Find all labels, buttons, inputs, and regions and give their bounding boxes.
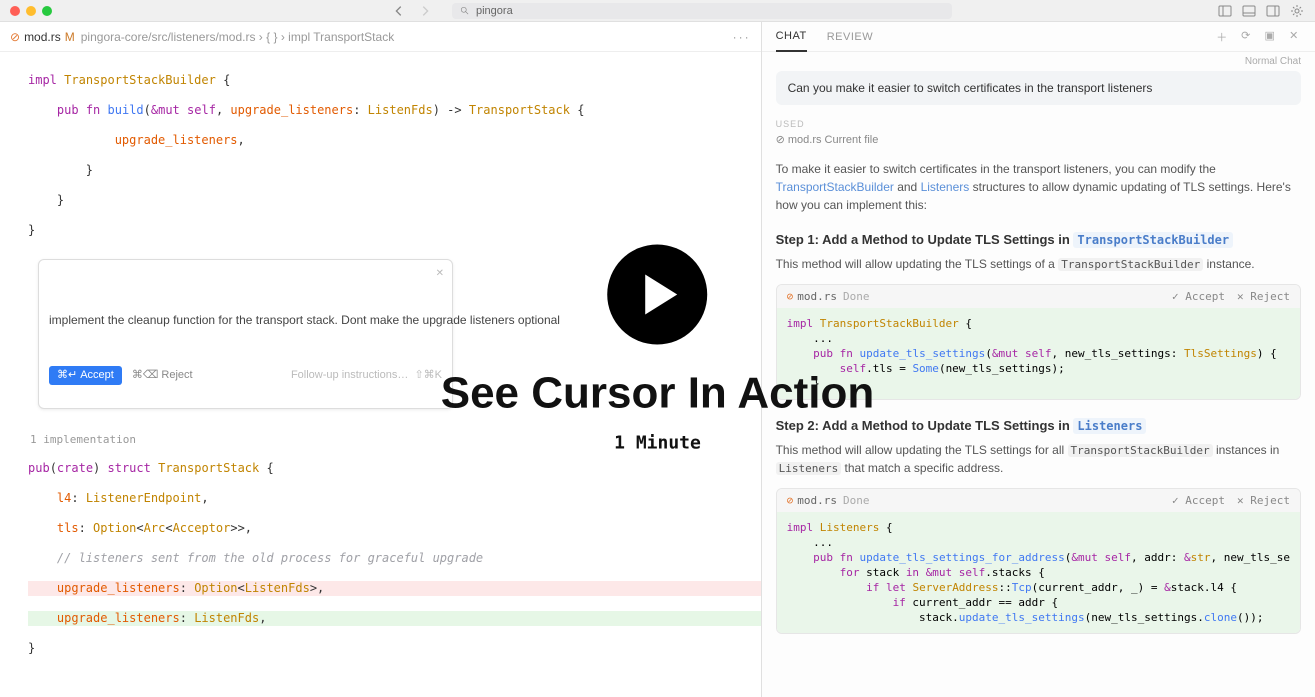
expand-button[interactable]: ▣ bbox=[1263, 29, 1277, 45]
user-message: Can you make it easier to switch certifi… bbox=[776, 71, 1301, 105]
code-editor[interactable]: impl TransportStackBuilder { pub fn buil… bbox=[0, 52, 761, 697]
close-icon[interactable]: ✕ bbox=[436, 266, 444, 281]
panel-bottom-icon[interactable] bbox=[1241, 3, 1257, 19]
followup-hint[interactable]: Follow-up instructions… ⇧⌘K bbox=[291, 368, 442, 383]
breadcrumb-modified-indicator: M bbox=[65, 30, 75, 44]
play-icon bbox=[646, 274, 678, 314]
panel-left-icon[interactable] bbox=[1217, 3, 1233, 19]
rust-file-icon: ⊘ bbox=[787, 290, 794, 303]
used-context-file[interactable]: ⊘ mod.rs Current file bbox=[776, 133, 1301, 146]
breadcrumb: ⊘ mod.rs M pingora-core/src/listeners/mo… bbox=[0, 22, 761, 52]
maximize-window-button[interactable] bbox=[42, 6, 52, 16]
close-chat-button[interactable]: ✕ bbox=[1287, 29, 1301, 45]
accept-suggestion-button[interactable]: ✓ Accept bbox=[1172, 494, 1225, 507]
chat-mode-label[interactable]: Normal Chat bbox=[762, 52, 1315, 71]
step-1-heading: Step 1: Add a Method to Update TLS Setti… bbox=[776, 232, 1301, 247]
panel-right-icon[interactable] bbox=[1265, 3, 1281, 19]
ai-suggestion-card: ✕ implement the cleanup function for the… bbox=[38, 259, 453, 409]
chat-tabs: CHAT REVIEW ＋ ⟳ ▣ ✕ bbox=[762, 22, 1315, 52]
code-card-file: mod.rs bbox=[797, 290, 837, 303]
step-2-paragraph: This method will allow updating the TLS … bbox=[776, 441, 1301, 478]
tab-review[interactable]: REVIEW bbox=[827, 23, 873, 51]
minimize-window-button[interactable] bbox=[26, 6, 36, 16]
traffic-lights bbox=[10, 6, 52, 16]
close-window-button[interactable] bbox=[10, 6, 20, 16]
breadcrumb-more-button[interactable]: ··· bbox=[733, 30, 751, 44]
tab-chat[interactable]: CHAT bbox=[776, 22, 807, 52]
breadcrumb-path[interactable]: pingora-core/src/listeners/mod.rs › { } … bbox=[81, 30, 394, 44]
new-chat-button[interactable]: ＋ bbox=[1215, 29, 1229, 45]
play-button[interactable] bbox=[608, 244, 708, 344]
code-suggestion-card-2: ⊘ mod.rs Done ✓ Accept ✕ Reject impl Lis… bbox=[776, 488, 1301, 634]
nav-forward-button[interactable] bbox=[418, 4, 432, 18]
reject-suggestion-button[interactable]: ✕ Reject bbox=[1237, 290, 1290, 303]
rust-file-icon: ⊘ bbox=[787, 494, 794, 507]
rust-file-icon: ⊘ bbox=[10, 30, 20, 44]
step-2-heading: Step 2: Add a Method to Update TLS Setti… bbox=[776, 418, 1301, 433]
accept-button[interactable]: ⌘↵ Accept bbox=[49, 366, 122, 385]
title-bar: pingora bbox=[0, 0, 1315, 22]
assistant-paragraph: To make it easier to switch certificates… bbox=[776, 160, 1301, 214]
settings-gear-icon[interactable] bbox=[1289, 3, 1305, 19]
implementations-codelens[interactable]: 1 implementation bbox=[28, 432, 761, 446]
code-card-status: Done bbox=[843, 494, 870, 507]
step-1-paragraph: This method will allow updating the TLS … bbox=[776, 255, 1301, 274]
history-button[interactable]: ⟳ bbox=[1239, 29, 1253, 45]
code-suggestion-card-1: ⊘ mod.rs Done ✓ Accept ✕ Reject impl Tra… bbox=[776, 284, 1301, 400]
breadcrumb-file[interactable]: mod.rs bbox=[24, 30, 61, 44]
code-card-file: mod.rs bbox=[797, 494, 837, 507]
nav-back-button[interactable] bbox=[392, 4, 406, 18]
used-context-label: USED bbox=[776, 119, 1301, 129]
code-card-status: Done bbox=[843, 290, 870, 303]
reject-button[interactable]: ⌘⌫ Reject bbox=[132, 368, 193, 383]
accept-suggestion-button[interactable]: ✓ Accept bbox=[1172, 290, 1225, 303]
search-text: pingora bbox=[476, 5, 513, 17]
ai-suggestion-text: implement the cleanup function for the t… bbox=[49, 313, 442, 328]
command-center-search[interactable]: pingora bbox=[452, 3, 952, 19]
reject-suggestion-button[interactable]: ✕ Reject bbox=[1237, 494, 1290, 507]
